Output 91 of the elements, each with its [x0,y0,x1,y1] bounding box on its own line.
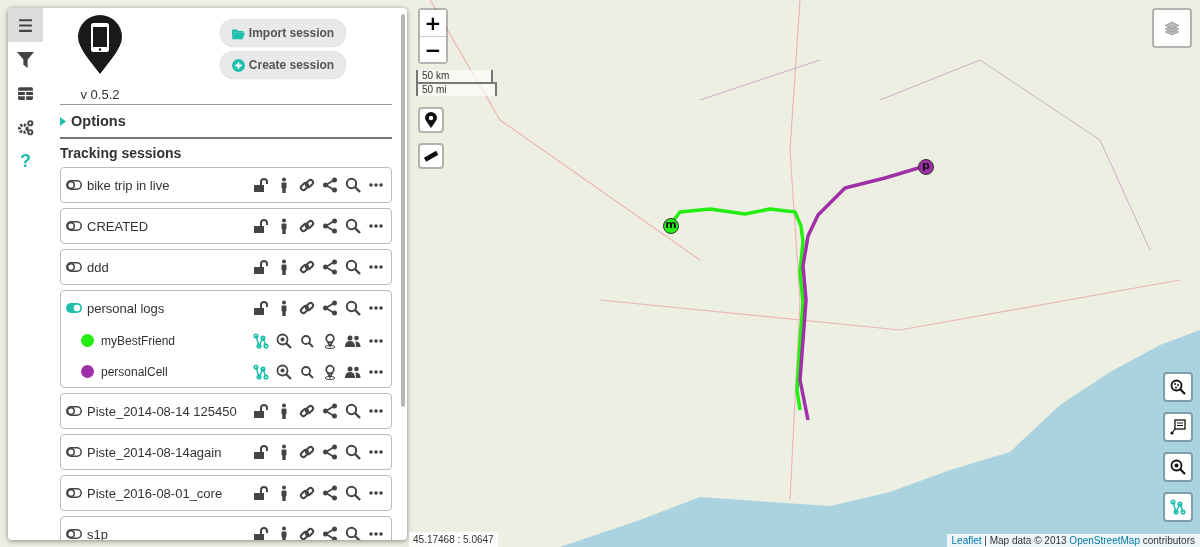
zoom-to-devices-button[interactable] [1163,372,1193,402]
import-session-button[interactable]: Import session [219,19,347,47]
unlock-icon[interactable] [253,526,269,540]
share-icon[interactable] [322,444,338,460]
zoom-icon [1170,379,1186,395]
unlock-icon[interactable] [253,444,269,460]
zoom-icon [1170,459,1186,475]
sidebar-tab[interactable] [8,8,43,42]
zoom-icon[interactable] [276,363,292,380]
search-icon[interactable] [345,300,361,316]
scale-bar: 50 mi [416,82,497,96]
unlock-icon[interactable] [253,259,269,275]
filter-icon[interactable] [17,50,34,68]
help-glyph: ? [20,150,31,172]
create-session-button[interactable]: Create session [219,51,347,79]
toggle-switch[interactable] [66,447,82,457]
search-icon[interactable] [345,526,361,540]
toggle-switch[interactable] [66,262,82,272]
toggle-switch[interactable] [66,529,82,539]
map-attribution: Leaflet | Map data © 2013 OpenStreetMap contributors [946,534,1200,547]
folder-icon [231,26,245,40]
toggle-switch[interactable] [66,406,82,416]
search-icon[interactable] [299,363,315,380]
gears-icon[interactable] [17,118,34,136]
route-icon [1170,499,1186,515]
toggle-switch[interactable] [66,303,82,313]
unlock-icon[interactable] [253,218,269,234]
session-name: Piste_2016-08-01_core [87,485,224,501]
unlock-icon[interactable] [253,403,269,419]
search-icon[interactable] [345,485,361,501]
link-icon[interactable] [299,300,315,316]
share-icon[interactable] [322,300,338,316]
section-title: Tracking sessions [60,145,183,161]
measure-button[interactable] [418,143,444,169]
coordinates-label: 45.17468 : 5.0647 [409,532,498,547]
session-name: Piste_2014-08-14 125450 [87,403,238,419]
unlock-icon[interactable] [253,300,269,316]
zoom-all-button[interactable] [1163,452,1193,482]
version-label: v 0.5.2 [80,87,120,102]
search-icon[interactable] [345,444,361,460]
phone-pin-icon [77,15,123,75]
session-name: Piste_2014-08-14again [87,444,223,460]
search-icon[interactable] [345,218,361,234]
unlock-icon[interactable] [253,485,269,501]
link-icon[interactable] [299,177,315,193]
menu-icon[interactable] [17,16,34,34]
share-icon[interactable] [322,218,338,234]
search-icon[interactable] [345,403,361,419]
session-name: bike trip in live [87,177,171,193]
search-icon[interactable] [299,332,315,349]
locate-button[interactable] [418,107,444,133]
scroll-bar[interactable] [401,14,405,407]
search-icon[interactable] [345,177,361,193]
search-icon[interactable] [345,259,361,275]
plus-circle-icon [231,58,245,72]
zoom-icon[interactable] [276,332,292,349]
share-icon[interactable] [322,259,338,275]
legend-icon [1170,419,1186,435]
layers-icon [1164,20,1180,36]
share-icon[interactable] [322,526,338,540]
ruler-icon [423,148,439,164]
leaflet-link[interactable]: Leaflet [951,535,982,546]
link-icon[interactable] [299,218,315,234]
toggle-switch[interactable] [66,488,82,498]
options-toggle[interactable]: Options [60,105,392,137]
link-icon[interactable] [299,403,315,419]
lines-button[interactable] [1163,492,1193,522]
pin-icon [423,112,439,128]
link-icon[interactable] [299,259,315,275]
link-icon[interactable] [299,526,315,540]
share-icon[interactable] [322,403,338,419]
legend-button[interactable] [1163,412,1193,442]
share-icon[interactable] [322,177,338,193]
pin-icon[interactable] [322,332,338,349]
toggle-switch[interactable] [66,180,82,190]
unlock-icon[interactable] [253,177,269,193]
zoom-out-button[interactable]: − [420,36,446,62]
session-name: CREATED [87,218,150,234]
openstreetmap-link[interactable]: OpenStreetMap [1069,535,1140,546]
scale-bar: 50 km [416,70,493,84]
device-name: myBestFriend [101,333,177,348]
link-icon[interactable] [299,485,315,501]
pin-icon[interactable] [322,363,338,380]
link-icon[interactable] [299,444,315,460]
table-icon[interactable] [17,84,34,102]
device-name: personalCell [101,364,169,379]
session-name: ddd [87,259,110,275]
session-name: personal logs [87,300,166,316]
toggle-switch[interactable] [66,221,82,231]
share-icon[interactable] [322,485,338,501]
caret-icon [60,116,66,126]
